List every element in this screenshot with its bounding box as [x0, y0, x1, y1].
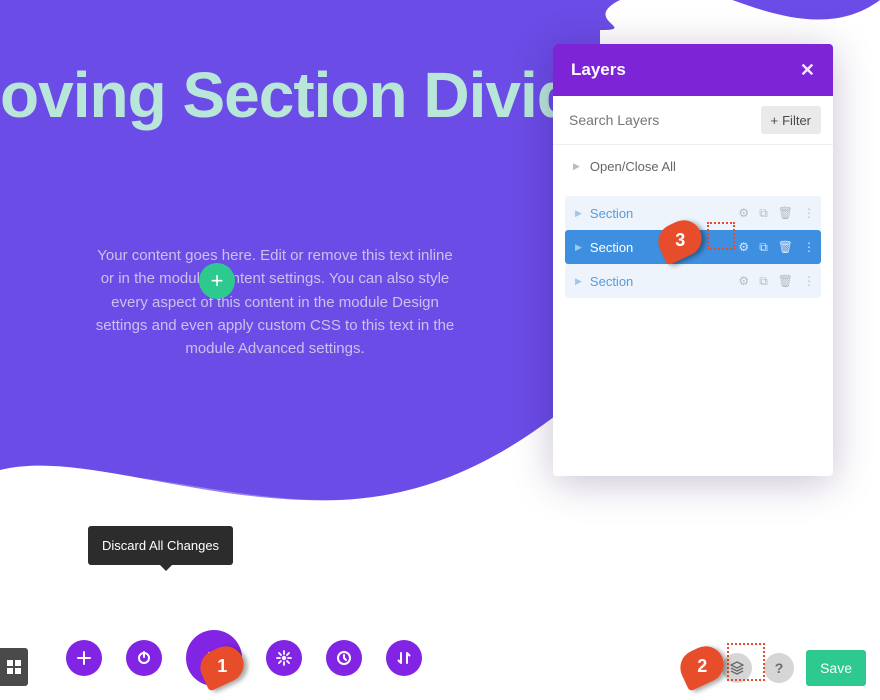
trash-icon[interactable]: 🗑 — [778, 274, 793, 288]
chevron-right-icon: ▶ — [567, 242, 590, 253]
power-icon — [136, 650, 152, 666]
sort-button[interactable] — [386, 640, 422, 676]
highlight-box-2 — [727, 643, 765, 681]
trash-icon[interactable]: 🗑 — [778, 240, 793, 254]
gear-icon — [276, 650, 292, 666]
plus-icon — [76, 650, 92, 666]
chevron-right-icon: ▶ — [573, 161, 580, 172]
gear-icon[interactable]: ⚙ — [738, 240, 749, 254]
gear-icon[interactable]: ⚙ — [738, 274, 749, 288]
bottom-toolbar-left — [66, 630, 422, 686]
duplicate-icon[interactable]: ⧉ — [759, 240, 768, 255]
add-module-button[interactable]: + — [199, 263, 235, 299]
save-button[interactable]: Save — [806, 650, 866, 686]
chevron-right-icon: ▶ — [567, 276, 590, 287]
page-canvas: oving Section Divide Your content goes h… — [0, 0, 880, 700]
open-close-label: Open/Close All — [590, 159, 676, 174]
duplicate-icon[interactable]: ⧉ — [759, 274, 768, 289]
layers-search-bar: + Filter — [553, 96, 833, 145]
close-icon[interactable]: ✕ — [800, 60, 815, 81]
layer-actions: ⚙ ⧉ 🗑 ⋮ — [738, 240, 815, 255]
page-title: oving Section Divide — [0, 58, 560, 132]
clock-icon — [336, 650, 352, 666]
hero-body-text[interactable]: Your content goes here. Edit or remove t… — [90, 244, 460, 360]
discard-tooltip: Discard All Changes — [88, 526, 233, 565]
layers-title: Layers — [571, 60, 626, 80]
layers-header: Layers ✕ — [553, 44, 833, 96]
open-close-all[interactable]: ▶ Open/Close All — [553, 145, 833, 188]
gear-icon[interactable]: ⚙ — [738, 206, 749, 220]
filter-label: Filter — [782, 113, 811, 128]
wireframe-toggle[interactable] — [0, 648, 28, 686]
trash-icon[interactable]: 🗑 — [778, 206, 793, 220]
sort-icon — [396, 650, 412, 666]
plus-icon: + — [211, 268, 224, 294]
kebab-icon[interactable]: ⋮ — [803, 240, 815, 254]
layers-panel: Layers ✕ + Filter ▶ Open/Close All ▶ Sec… — [553, 44, 833, 476]
search-input[interactable] — [565, 106, 755, 134]
kebab-icon[interactable]: ⋮ — [803, 206, 815, 220]
plus-icon: + — [771, 113, 779, 128]
history-button[interactable] — [326, 640, 362, 676]
add-button[interactable] — [66, 640, 102, 676]
layer-actions: ⚙ ⧉ 🗑 ⋮ — [738, 274, 815, 289]
layer-actions: ⚙ ⧉ 🗑 ⋮ — [738, 206, 815, 221]
filter-button[interactable]: + Filter — [761, 106, 821, 134]
layer-row[interactable]: ▶ Section ⚙ ⧉ 🗑 ⋮ — [565, 264, 821, 298]
layer-label: Section — [590, 274, 739, 289]
settings-button[interactable] — [266, 640, 302, 676]
chevron-right-icon: ▶ — [567, 208, 590, 219]
layer-label: Section — [590, 206, 739, 221]
highlight-box-3 — [707, 222, 735, 250]
kebab-icon[interactable]: ⋮ — [803, 274, 815, 288]
question-icon: ? — [775, 660, 784, 676]
grid-icon — [7, 660, 21, 674]
power-button[interactable] — [126, 640, 162, 676]
duplicate-icon[interactable]: ⧉ — [759, 206, 768, 221]
help-button[interactable]: ? — [764, 653, 794, 683]
